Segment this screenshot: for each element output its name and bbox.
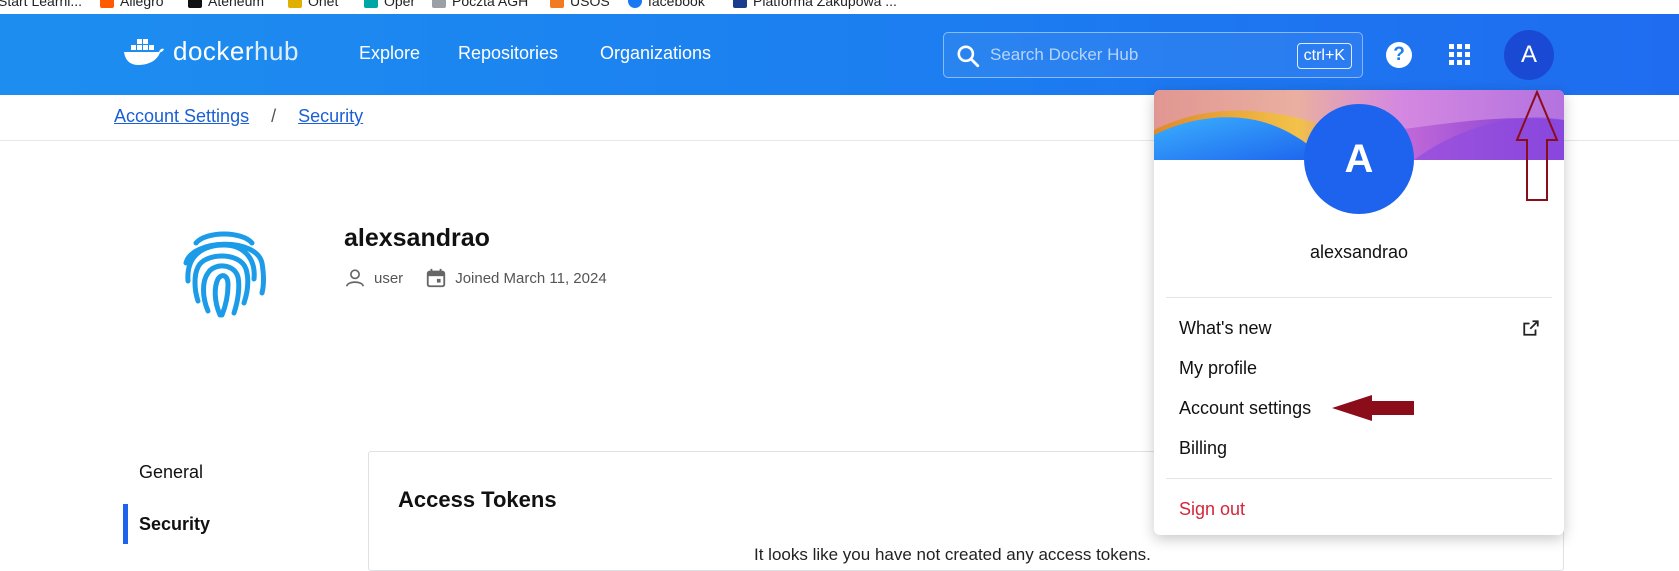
logo-hub-text: hub [254,36,299,66]
facebook-icon [628,0,642,8]
profile-role: user [344,267,403,289]
menu-item-my-profile[interactable]: My profile [1179,358,1257,379]
logo-docker-text: docker [173,36,255,66]
profile-username: alexsandrao [344,224,490,252]
help-icon[interactable]: ? [1386,42,1412,68]
bookmark-item[interactable]: Ateneum [188,0,264,9]
bookmark-item[interactable]: Start Learni... [0,0,82,9]
bookmark-label: Oper [384,0,416,9]
docker-whale-icon [124,38,164,65]
breadcrumb-account-settings[interactable]: Account Settings [114,106,249,127]
bookmark-item[interactable]: Oper [364,0,415,9]
bookmark-item[interactable]: Poczta AGH [432,0,528,9]
profile-role-text: user [374,269,404,287]
nav-explore[interactable]: Explore [359,43,420,64]
calendar-icon [427,268,446,288]
docker-hub-logo[interactable]: dockerhub [123,36,299,67]
user-avatar-button[interactable]: A [1504,30,1554,80]
bookmark-item[interactable]: Allegro [100,0,164,9]
oper-icon [364,0,378,8]
grid-icon[interactable] [1449,44,1471,66]
search-shortcut-badge: ctrl+K [1296,43,1352,69]
mail-icon [432,0,446,8]
annotation-arrow-up-icon [1515,90,1559,201]
profile-joined: Joined March 11, 2024 [425,267,607,289]
bookmark-label: Ateneum [208,0,265,9]
sidenav-security[interactable]: Security [139,514,210,535]
bookmark-label: Allegro [120,0,164,9]
bookmark-label: USOS [570,0,610,9]
sidenav-general[interactable]: General [139,462,203,483]
bookmark-label: Poczta AGH [452,0,529,9]
top-navigation: dockerhub Explore Repositories Organizat… [0,14,1679,95]
ateneum-icon [188,0,202,8]
nav-repositories[interactable]: Repositories [458,43,558,64]
bookmark-item[interactable]: Onet [288,0,338,9]
profile-joined-text: Joined March 11, 2024 [455,269,607,287]
menu-username: alexsandrao [1309,242,1409,262]
menu-item-whats-new[interactable]: What's new [1179,318,1271,339]
menu-item-account-settings[interactable]: Account settings [1179,398,1311,419]
external-link-icon [1523,320,1539,336]
nav-organizations[interactable]: Organizations [600,43,711,64]
search-icon [957,45,980,68]
menu-item-billing[interactable]: Billing [1179,438,1227,459]
access-tokens-title: Access Tokens [398,487,557,512]
menu-avatar: A [1304,104,1414,214]
bookmark-item[interactable]: USOS [550,0,610,9]
onet-icon [288,0,302,8]
allegro-icon [100,0,114,8]
bookmark-item[interactable]: Platforma Zakupowa ... [733,0,897,9]
breadcrumb-security[interactable]: Security [298,106,363,127]
search-box[interactable]: ctrl+K [943,32,1363,78]
bookmark-label: Start Learni... [0,0,83,9]
annotation-arrow-left-icon [1332,395,1414,421]
menu-divider [1166,478,1552,479]
breadcrumb: Account Settings / Security [114,106,363,127]
bookmark-label: Onet [308,0,339,9]
search-input[interactable] [990,33,1290,77]
user-icon [345,269,365,287]
bookmark-label: facebook [648,0,705,9]
access-tokens-empty-message: It looks like you have not created any a… [754,545,1151,564]
profile-meta: user Joined March 11, 2024 [344,267,629,289]
menu-item-sign-out[interactable]: Sign out [1179,499,1245,520]
bookmarks-bar: Start Learni... Allegro Ateneum Onet Ope… [0,0,1679,14]
user-menu-dropdown: A alexsandrao What's new My profile Acco… [1154,90,1564,535]
bookmark-label: Platforma Zakupowa ... [753,0,897,9]
sidenav-active-indicator [123,504,128,544]
menu-divider [1166,297,1552,298]
breadcrumb-separator: / [271,106,277,126]
usos-icon [550,0,564,8]
bookmark-item[interactable]: facebook [628,0,705,9]
fingerprint-icon [183,231,266,318]
document-icon [733,0,747,8]
